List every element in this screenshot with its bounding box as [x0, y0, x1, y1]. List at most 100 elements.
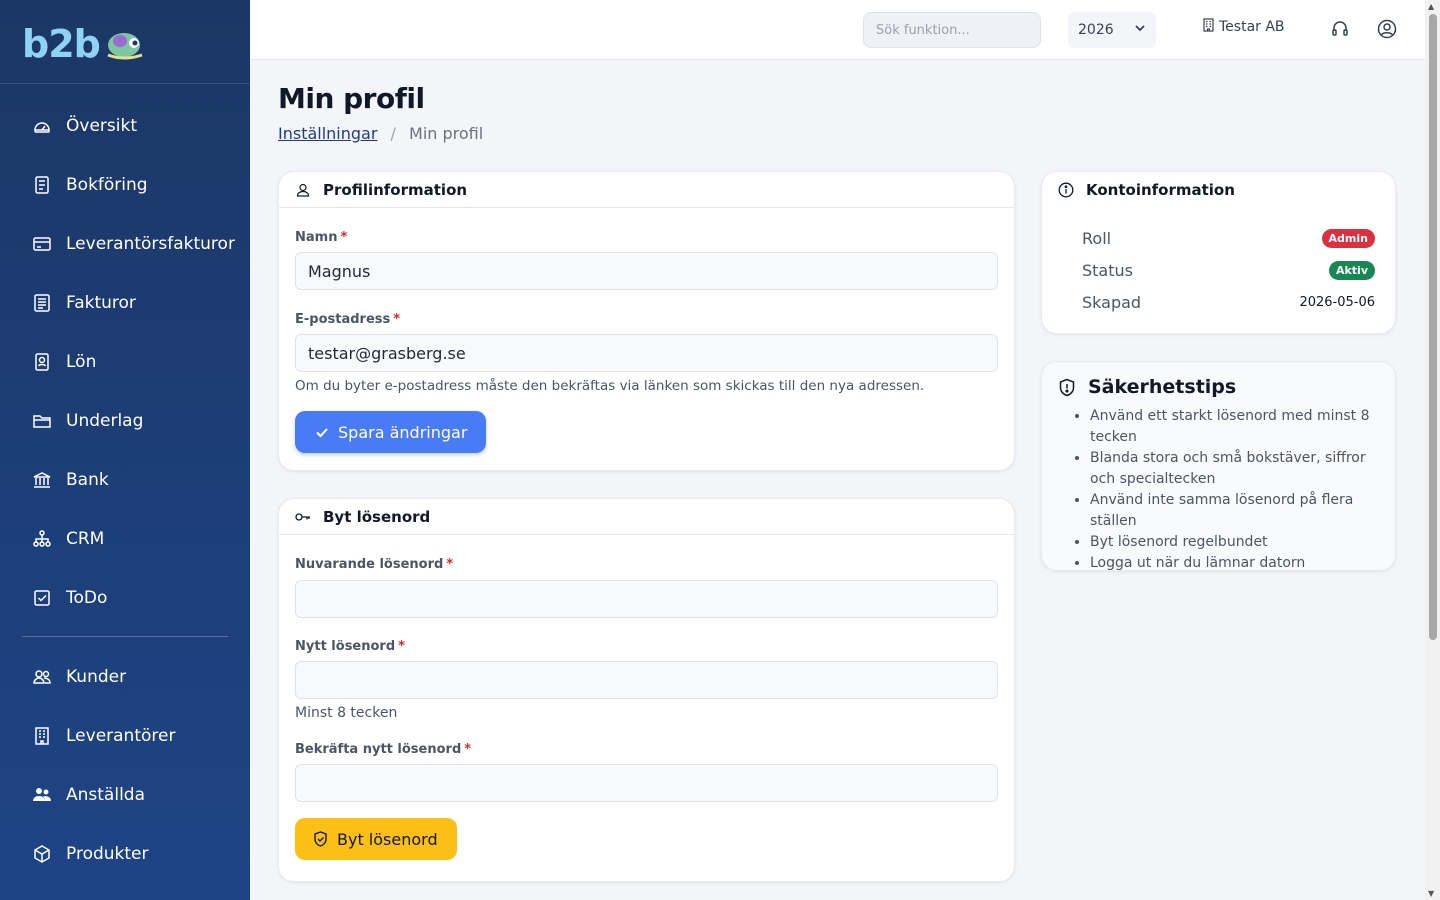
check-icon — [315, 425, 329, 439]
status-badge: Aktiv — [1328, 260, 1375, 280]
users-icon — [32, 667, 52, 687]
sidebar-item-label: Översikt — [66, 115, 137, 136]
confirm-password-group: Bekräfta nytt lösenord * — [295, 742, 998, 802]
building-icon — [1202, 18, 1215, 36]
headset-icon[interactable] — [1329, 18, 1351, 40]
list-item: Logga ut när du lämnar datorn — [1090, 553, 1381, 574]
sidebar-item-lon[interactable]: Lön — [0, 332, 250, 391]
status-key: Status — [1082, 260, 1133, 280]
user-icon — [295, 182, 311, 198]
account-info-card: Kontoinformation Roll Admin Status Aktiv… — [1041, 171, 1396, 334]
scroll-up-arrow-icon[interactable]: ▲ — [1428, 2, 1434, 11]
sidebar-item-label: Bank — [66, 469, 109, 490]
shield-icon — [1058, 378, 1076, 397]
secondary-nav: Kunder Leverantörer Anställda Produkter — [0, 647, 250, 883]
name-label: Namn * — [295, 230, 348, 245]
created-row: Skapad 2026-05-06 — [1042, 286, 1395, 318]
save-changes-label: Spara ändringar — [338, 422, 468, 442]
credit-card-icon — [32, 234, 52, 254]
sidebar-item-produkter[interactable]: Produkter — [0, 824, 250, 883]
dashboard-icon — [32, 116, 52, 136]
list-item: Använd ett starkt lösenord med minst 8 t… — [1090, 406, 1381, 448]
key-icon — [295, 509, 311, 525]
save-changes-button[interactable]: Spara ändringar — [295, 411, 487, 453]
network-icon — [32, 529, 52, 549]
sidebar-item-label: Lön — [66, 351, 97, 372]
topbar: 2026 Testar AB — [250, 0, 1425, 60]
shield-check-icon — [313, 831, 328, 847]
account-card-header: Kontoinformation — [1042, 172, 1395, 208]
user-account-icon[interactable] — [1376, 18, 1398, 40]
sidebar-item-bokforing[interactable]: Bokföring — [0, 155, 250, 214]
people-icon — [32, 785, 52, 805]
account-card-title: Kontoinformation — [1086, 181, 1235, 199]
password-card-title: Byt lösenord — [323, 507, 431, 526]
name-field[interactable] — [295, 252, 998, 290]
security-tips-header: Säkerhetstips — [1042, 362, 1395, 398]
info-circle-icon — [1058, 182, 1074, 198]
sidebar-item-label: Leverantörer — [66, 725, 176, 746]
page-scrollbar[interactable]: ▲ ▼ — [1425, 0, 1440, 900]
status-row: Status Aktiv — [1042, 254, 1395, 286]
bank-icon — [32, 470, 52, 490]
checkbox-icon — [32, 588, 52, 608]
sidebar-item-leverantorer[interactable]: Leverantörer — [0, 706, 250, 765]
year-value: 2026 — [1078, 22, 1114, 38]
sidebar-item-anstallda[interactable]: Anställda — [0, 765, 250, 824]
logo-wordmark: b2b — [22, 22, 101, 66]
profile-card: Profilinformation Namn* E-postadress* Om… — [278, 171, 1015, 471]
sidebar-divider — [22, 636, 228, 637]
role-row: Roll Admin — [1042, 222, 1395, 254]
sidebar-item-kunder[interactable]: Kunder — [0, 647, 250, 706]
sidebar-item-label: Produkter — [66, 843, 149, 864]
sidebar-item-oversikt[interactable]: Översikt — [0, 96, 250, 155]
company-name: Testar AB — [1219, 19, 1285, 35]
breadcrumb-link-installningar[interactable]: Inställningar — [278, 124, 377, 143]
building-icon — [32, 726, 52, 746]
change-password-button[interactable]: Byt lösenord — [295, 818, 457, 860]
sidebar-item-label: CRM — [66, 528, 105, 549]
new-password-help: Minst 8 tecken — [295, 705, 398, 721]
ledger-icon — [32, 175, 52, 195]
scroll-down-arrow-icon[interactable]: ▼ — [1428, 889, 1434, 898]
search-input[interactable] — [863, 12, 1041, 48]
logo-text: b2b — [22, 22, 148, 66]
email-field[interactable] — [295, 334, 998, 372]
breadcrumb-separator: / — [390, 124, 396, 143]
scroll-thumb[interactable] — [1429, 14, 1437, 640]
sidebar-item-label: Anställda — [66, 784, 145, 805]
sidebar-item-label: ToDo — [66, 587, 108, 608]
sidebar-item-leverantorsfakturor[interactable]: Leverantörsfakturor — [0, 214, 250, 273]
logo[interactable]: b2b — [0, 0, 250, 84]
sidebar-item-todo[interactable]: ToDo — [0, 568, 250, 627]
sidebar-item-underlag[interactable]: Underlag — [0, 391, 250, 450]
profile-card-title: Profilinformation — [323, 180, 468, 199]
sidebar-item-label: Bokföring — [66, 174, 148, 195]
sidebar-item-label: Fakturor — [66, 292, 136, 313]
sidebar-item-crm[interactable]: CRM — [0, 509, 250, 568]
role-badge: Admin — [1321, 228, 1375, 248]
new-password-group: Nytt lösenord * Minst 8 tecken — [295, 639, 998, 721]
role-key: Roll — [1082, 228, 1112, 248]
change-password-label: Byt lösenord — [337, 829, 438, 849]
company-selector[interactable]: Testar AB — [1202, 18, 1285, 36]
year-select[interactable]: 2026 — [1068, 12, 1156, 48]
profile-card-header: Profilinformation — [279, 172, 1014, 208]
sidebar: b2b Översikt Bokföring Leverantörsfaktur… — [0, 0, 250, 900]
security-tips-list: Använd ett starkt lösenord med minst 8 t… — [1042, 406, 1395, 574]
created-key: Skapad — [1082, 292, 1142, 312]
current-password-field[interactable] — [295, 580, 998, 618]
security-tips-card: Säkerhetstips Använd ett starkt lösenord… — [1041, 361, 1396, 571]
new-password-field[interactable] — [295, 661, 998, 699]
sidebar-item-label: Leverantörsfakturor — [66, 233, 235, 254]
main-nav: Översikt Bokföring Leverantörsfakturor F… — [0, 84, 250, 627]
folder-icon — [32, 411, 52, 431]
sidebar-item-fakturor[interactable]: Fakturor — [0, 273, 250, 332]
breadcrumb: Inställningar / Min profil — [278, 124, 483, 143]
current-password-group: Nuvarande lösenord * — [295, 557, 998, 618]
chameleon-logo-icon — [107, 33, 143, 60]
chevron-down-icon — [1134, 22, 1146, 38]
sidebar-item-bank[interactable]: Bank — [0, 450, 250, 509]
confirm-password-field[interactable] — [295, 764, 998, 802]
email-label: E-postadress * — [295, 312, 401, 327]
